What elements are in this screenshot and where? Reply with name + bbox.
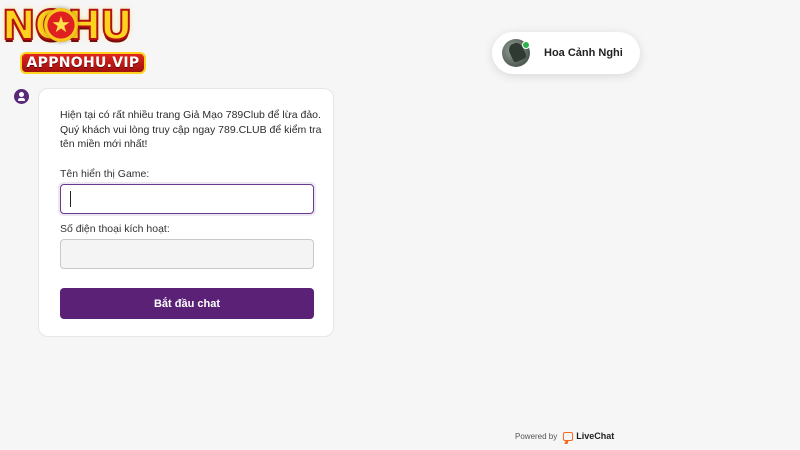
star-icon: ★ xyxy=(44,8,78,42)
powered-by-text: Powered by xyxy=(515,431,558,441)
start-chat-button[interactable]: Bắt đầu chat xyxy=(60,288,314,319)
form-intro-text: Hiện tại có rất nhiều trang Giả Mạo 789C… xyxy=(60,109,322,150)
livechat-brand: LiveChat xyxy=(576,431,615,441)
game-name-input[interactable] xyxy=(60,184,314,214)
prechat-form: Hiện tại có rất nhiều trang Giả Mạo 789C… xyxy=(38,88,334,337)
online-status-icon xyxy=(522,41,530,49)
agent-badge: Hoa Cảnh Nghi xyxy=(492,32,640,74)
logo-ribbon: APPNOHU.VIP xyxy=(20,52,146,74)
agent-name: Hoa Cảnh Nghi xyxy=(544,47,623,59)
livechat-logo-icon xyxy=(563,431,574,441)
phone-input[interactable] xyxy=(60,239,314,269)
text-caret xyxy=(70,191,71,207)
site-logo: NOHU ★ APPNOHU.VIP xyxy=(0,0,172,80)
phone-label: Số điện thoại kích hoạt: xyxy=(60,223,170,235)
game-name-label: Tên hiển thị Game: xyxy=(60,168,150,180)
powered-by-footer[interactable]: Powered by LiveChat xyxy=(515,431,614,441)
user-icon xyxy=(14,89,29,104)
